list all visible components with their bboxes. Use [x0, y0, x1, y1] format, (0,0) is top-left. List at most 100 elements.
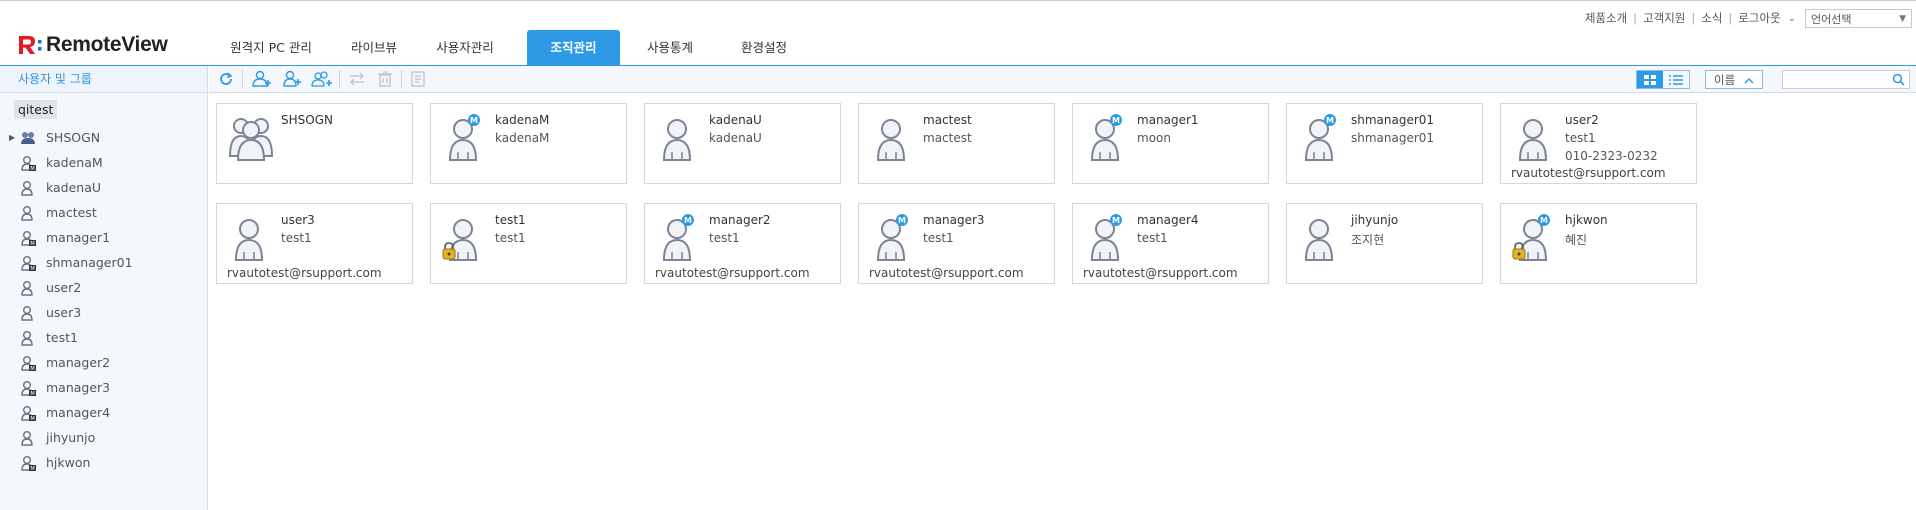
sidebar-item-kadenau[interactable]: kadenaU: [0, 175, 207, 200]
sort-button[interactable]: 이름: [1705, 70, 1763, 89]
search-icon[interactable]: [1892, 73, 1905, 89]
language-select[interactable]: 언어선택 ▼: [1805, 9, 1912, 28]
toolbar-divider: [242, 70, 243, 89]
svg-text:M: M: [684, 216, 692, 225]
sidebar-item-manager2[interactable]: Mmanager2: [0, 350, 207, 375]
user-icon: [20, 305, 36, 321]
org-card-shmanager01[interactable]: Mshmanager01 shmanager01: [1286, 103, 1483, 184]
org-card-jihyunjo[interactable]: jihyunjo 조지현: [1286, 203, 1483, 284]
grid-view-icon[interactable]: [1637, 71, 1663, 88]
svg-text:M: M: [30, 416, 34, 421]
tab-organization[interactable]: 조직관리: [527, 30, 620, 65]
svg-text:M: M: [1112, 116, 1120, 125]
sidebar-title: 사용자 및 그룹: [0, 66, 207, 93]
sidebar-item-kadenam[interactable]: MkadenaM: [0, 150, 207, 175]
sidebar-item-label: mactest: [46, 205, 97, 220]
sidebar-item-shsogn[interactable]: ▶ SHSOGN: [0, 125, 207, 150]
manager-avatar-icon: M: [1083, 214, 1131, 262]
svg-text:M: M: [898, 216, 906, 225]
expand-arrow-icon[interactable]: ▶: [9, 133, 15, 142]
link-support[interactable]: 고객지원: [1643, 10, 1685, 26]
sidebar-item-manager1[interactable]: Mmanager1: [0, 225, 207, 250]
chevron-down-icon[interactable]: ⌄: [1788, 13, 1796, 24]
user-icon: [20, 205, 36, 221]
user-avatar-icon: [1511, 114, 1559, 162]
toolbar-divider: [401, 70, 402, 89]
svg-text:M: M: [30, 366, 34, 371]
list-view-icon[interactable]: [1663, 71, 1689, 88]
sidebar-item-hjkwon[interactable]: Mhjkwon: [0, 450, 207, 475]
org-card-user2[interactable]: user2 test1 010-2323-0232 rvautotest@rsuppo…: [1500, 103, 1697, 184]
org-card-shsogn[interactable]: SHSOGN: [216, 103, 413, 184]
tab-user-management[interactable]: 사용자관리: [424, 30, 506, 65]
card-display-name: moon: [1137, 131, 1171, 145]
link-news[interactable]: 소식: [1701, 10, 1722, 26]
tab-liveview[interactable]: 라이브뷰: [336, 30, 412, 65]
sidebar-item-user3[interactable]: user3: [0, 300, 207, 325]
org-card-kadenam[interactable]: MkadenaM kadenaM: [430, 103, 627, 184]
add-user-icon[interactable]: [281, 69, 303, 89]
card-display-name: kadenaU: [709, 131, 762, 145]
sidebar-item-manager4[interactable]: Mmanager4: [0, 400, 207, 425]
sidebar-item-label: manager2: [46, 355, 111, 370]
card-name: shmanager01: [1351, 113, 1435, 127]
add-sub-group-icon[interactable]: [311, 69, 333, 89]
user-avatar-icon: [1297, 214, 1345, 262]
refresh-icon[interactable]: [215, 69, 237, 89]
delete-icon: [374, 69, 396, 89]
org-card-kadenau[interactable]: kadenaU kadenaU: [644, 103, 841, 184]
manager-user-icon: M: [20, 405, 36, 422]
sidebar-item-label: test1: [46, 330, 78, 345]
sidebar-item-manager3[interactable]: Mmanager3: [0, 375, 207, 400]
manager-avatar-icon: M: [1083, 114, 1131, 162]
remoteview-logo[interactable]: RemoteView: [17, 33, 168, 57]
user-avatar-icon: [227, 214, 275, 262]
card-name: jihyunjo: [1351, 213, 1399, 227]
chevron-up-icon: [1744, 73, 1754, 87]
org-card-manager1[interactable]: Mmanager1 moon: [1072, 103, 1269, 184]
tab-usage-stats[interactable]: 사용통계: [633, 30, 707, 65]
sidebar-root-group[interactable]: qitest: [14, 100, 58, 119]
org-card-mactest[interactable]: mactest mactest: [858, 103, 1055, 184]
manager-user-icon: M: [20, 230, 36, 247]
card-display-name: test1: [709, 231, 740, 245]
sidebar-item-test1[interactable]: test1: [0, 325, 207, 350]
sidebar-item-label: kadenaM: [46, 155, 103, 170]
user-icon: [20, 330, 36, 346]
org-card-user3[interactable]: user3 test1 rvautotest@rsupport.com: [216, 203, 413, 284]
tab-remote-pc[interactable]: 원격지 PC 관리: [221, 30, 321, 65]
link-logout[interactable]: 로그아웃: [1738, 10, 1780, 26]
toolbar: 이름: [209, 66, 1916, 93]
tab-settings[interactable]: 환경설정: [727, 30, 801, 65]
sidebar-item-mactest[interactable]: mactest: [0, 200, 207, 225]
search-box: [1782, 70, 1910, 89]
card-email: rvautotest@rsupport.com: [227, 266, 382, 280]
card-name: mactest: [923, 113, 972, 127]
sidebar-item-shmanager01[interactable]: Mshmanager01: [0, 250, 207, 275]
card-name: SHSOGN: [281, 113, 333, 127]
link-product-info[interactable]: 제품소개: [1585, 10, 1627, 26]
org-card-manager2[interactable]: Mmanager2 test1 rvautotest@rsupport.com: [644, 203, 841, 284]
logo-text: RemoteView: [46, 33, 168, 56]
svg-text:M: M: [30, 241, 34, 246]
add-group-icon[interactable]: [251, 69, 273, 89]
org-card-hjkwon[interactable]: Mhjkwon 혜진: [1500, 203, 1697, 284]
sidebar-item-user2[interactable]: user2: [0, 275, 207, 300]
sidebar-item-label: user2: [46, 280, 82, 295]
sidebar-item-label: SHSOGN: [46, 130, 101, 145]
card-display-name: 혜진: [1565, 233, 1588, 247]
svg-text:M: M: [1112, 216, 1120, 225]
manager-user-icon: M: [20, 355, 36, 372]
user-icon: [20, 430, 36, 446]
search-input[interactable]: [1783, 71, 1883, 88]
org-card-test1[interactable]: test1 test1: [430, 203, 627, 284]
sort-label: 이름: [1714, 72, 1736, 87]
org-card-manager4[interactable]: Mmanager4 test1 rvautotest@rsupport.com: [1072, 203, 1269, 284]
card-name: manager4: [1137, 213, 1199, 227]
org-card-manager3[interactable]: Mmanager3 test1 rvautotest@rsupport.com: [858, 203, 1055, 284]
card-display-name: test1: [923, 231, 954, 245]
sidebar-item-jihyunjo[interactable]: jihyunjo: [0, 425, 207, 450]
card-display-name: 조지현: [1351, 233, 1385, 247]
card-email: rvautotest@rsupport.com: [1511, 166, 1666, 180]
manager-user-icon: M: [20, 155, 36, 172]
